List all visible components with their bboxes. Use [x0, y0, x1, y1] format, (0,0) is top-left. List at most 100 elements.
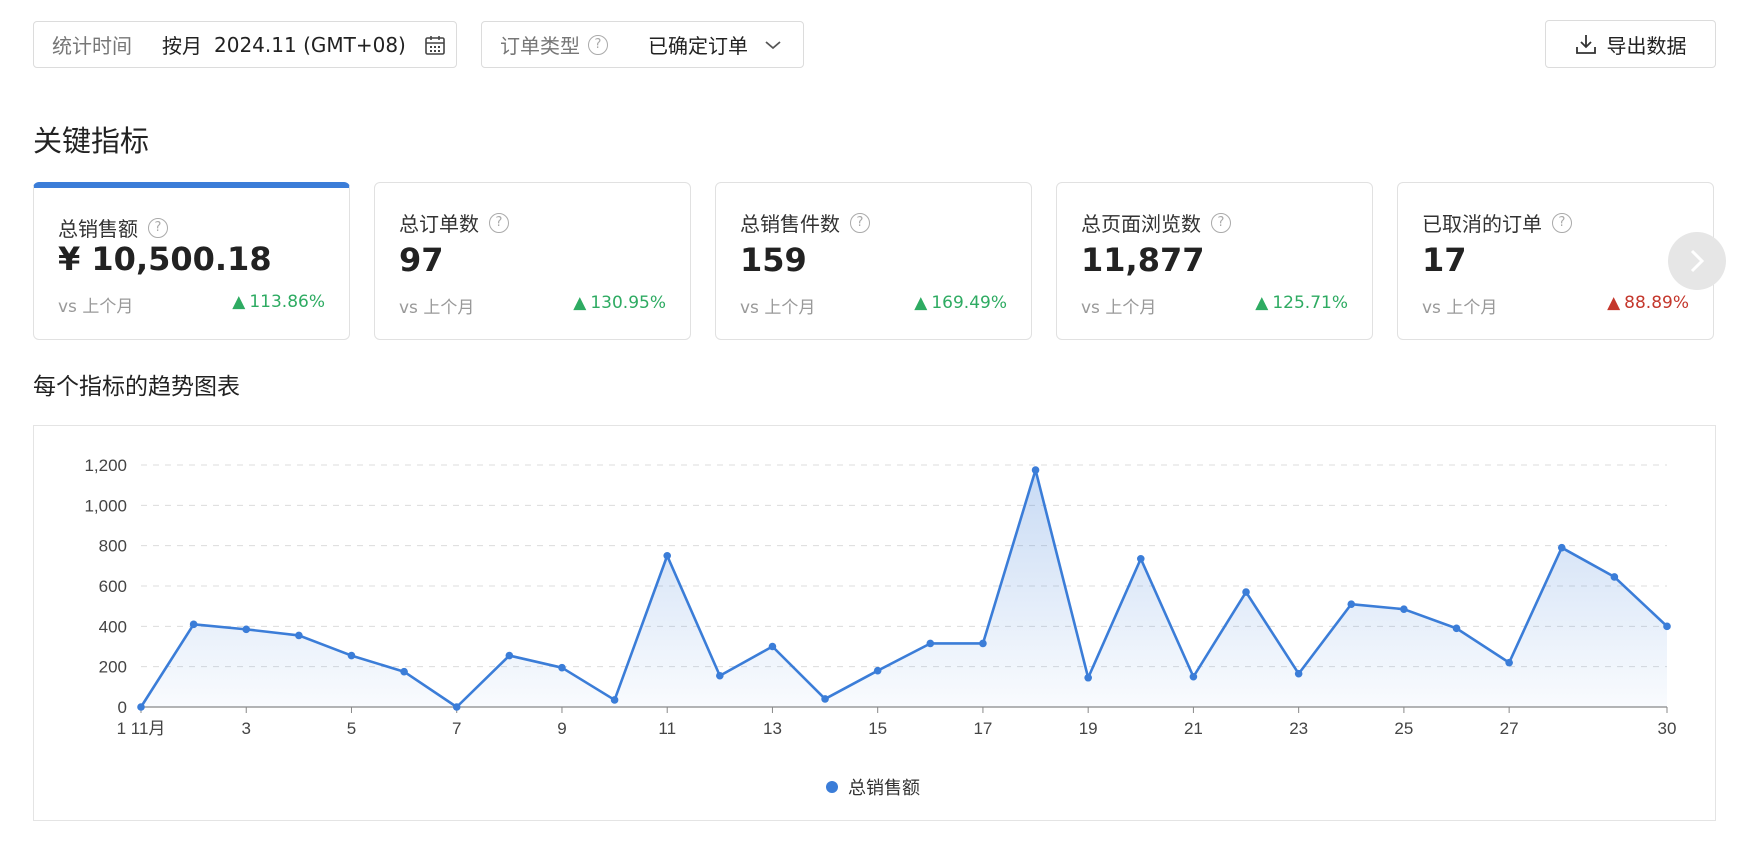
help-icon[interactable]: ? — [1552, 212, 1572, 233]
x-tick-label: 3 — [242, 719, 251, 738]
help-icon[interactable]: ? — [588, 34, 608, 55]
y-tick-label: 1,200 — [84, 456, 127, 475]
data-point — [558, 663, 566, 672]
date-value: 2024.11 (GMT+08) — [214, 32, 406, 57]
metric-card-total-orders[interactable]: 总订单数? 97 vs 上个月 ▲ 130.95% — [374, 182, 691, 340]
metric-card-compare: vs 上个月 — [1081, 298, 1157, 318]
data-point — [979, 639, 987, 648]
x-tick-label: 13 — [763, 719, 782, 738]
arrow-up-icon: ▲ — [573, 293, 587, 313]
help-icon[interactable]: ? — [489, 212, 509, 233]
metric-card-total-sales[interactable]: 总销售额? ¥ 10,500.18 vs 上个月 ▲ 113.86% — [33, 182, 350, 340]
metric-card-value: 97 — [399, 241, 444, 279]
metric-card-compare: vs 上个月 — [1422, 298, 1498, 318]
data-point — [1505, 658, 1513, 667]
x-tick-label: 5 — [347, 719, 356, 738]
date-filter-label: 统计时间 — [52, 34, 132, 58]
x-tick-label: 27 — [1500, 719, 1519, 738]
metric-card-total-items-sold[interactable]: 总销售件数? 159 vs 上个月 ▲ 169.49% — [715, 182, 1032, 340]
download-icon — [1575, 33, 1597, 55]
metric-card-compare: vs 上个月 — [58, 297, 134, 317]
metric-card-title: 总销售件数 — [740, 212, 840, 236]
help-icon[interactable]: ? — [1211, 212, 1231, 233]
x-tick-label: 25 — [1394, 719, 1413, 738]
x-tick-label: 15 — [868, 719, 887, 738]
arrow-up-icon: ▲ — [1255, 293, 1269, 313]
metric-card-compare: vs 上个月 — [399, 298, 475, 318]
metric-card-title: 总页面浏览数 — [1081, 212, 1201, 236]
chart-legend[interactable]: 总销售额 — [826, 774, 920, 800]
section-title: 关键指标 — [33, 124, 150, 158]
data-point — [400, 667, 408, 676]
help-icon[interactable]: ? — [148, 217, 168, 238]
y-tick-label: 1,000 — [84, 496, 127, 515]
data-point — [1242, 588, 1250, 596]
y-tick-label: 800 — [99, 537, 127, 556]
metric-card-value: 11,877 — [1081, 241, 1205, 279]
carousel-next-button[interactable] — [1668, 232, 1726, 290]
trend-chart: 0 200 400 600 800 1,000 1,200 1 11月 3 5 7 9 11 13 15 17… — [33, 425, 1716, 821]
chart-title: 每个指标的趋势图表 — [33, 374, 240, 400]
data-point — [1557, 543, 1566, 552]
x-tick-label: 9 — [557, 719, 566, 738]
metric-card-change: ▲ 130.95% — [573, 293, 666, 313]
order-type-value: 已确定订单 — [648, 34, 748, 58]
y-tick-label: 0 — [118, 698, 127, 717]
data-point — [347, 651, 356, 660]
metric-card-change-value: 88.89% — [1624, 293, 1689, 313]
legend-marker — [826, 781, 838, 793]
data-point — [1347, 600, 1356, 608]
x-tick-label: 11 — [658, 719, 676, 738]
x-tick-label: 21 — [1184, 719, 1203, 738]
x-tick-label: 30 — [1658, 719, 1677, 738]
data-point — [1294, 669, 1303, 678]
chevron-right-icon — [1689, 248, 1705, 274]
data-point — [137, 703, 145, 711]
metric-card-change-value: 130.95% — [590, 293, 666, 313]
y-tick-label: 600 — [99, 577, 127, 596]
y-tick-label: 400 — [99, 617, 127, 636]
data-point — [505, 651, 514, 660]
order-type-label: 订单类型 — [500, 34, 580, 58]
export-data-button[interactable]: 导出数据 — [1545, 20, 1716, 68]
data-point — [821, 695, 829, 703]
calendar-icon[interactable] — [424, 34, 446, 56]
metric-card-compare: vs 上个月 — [740, 298, 816, 318]
metric-card-value: 17 — [1422, 241, 1467, 279]
metric-card-cancelled-orders[interactable]: 已取消的订单? 17 vs 上个月 ▲ 88.89% — [1397, 182, 1714, 340]
order-type-filter[interactable]: 订单类型 ? 已确定订单 — [481, 21, 804, 68]
data-point — [452, 703, 461, 711]
metric-card-change-value: 113.86% — [249, 292, 325, 312]
data-point — [189, 620, 198, 629]
data-point — [1610, 573, 1619, 581]
data-point — [663, 551, 672, 560]
x-tick-label: 19 — [1079, 719, 1098, 738]
x-tick-label: 17 — [973, 719, 992, 738]
data-point — [610, 696, 619, 704]
x-tick-label: 1 11月 — [117, 719, 166, 738]
x-tick-label: 7 — [452, 719, 461, 738]
data-point — [1400, 605, 1408, 613]
arrow-up-icon: ▲ — [1607, 293, 1621, 313]
data-point — [1189, 672, 1198, 681]
date-mode: 按月 — [162, 34, 202, 58]
metric-card-value: 159 — [740, 241, 807, 279]
data-point — [1084, 673, 1092, 682]
data-point — [873, 666, 882, 675]
date-filter[interactable]: 统计时间 按月 2024.11 (GMT+08) — [33, 21, 457, 68]
help-icon[interactable]: ? — [850, 212, 870, 233]
data-point — [1452, 624, 1461, 633]
chevron-down-icon[interactable] — [764, 39, 782, 51]
export-data-label: 导出数据 — [1606, 33, 1687, 58]
trend-chart-svg: 0 200 400 600 800 1,000 1,200 1 11月 3 5 7 9 11 13 15 17… — [84, 456, 1677, 738]
data-point — [716, 671, 724, 680]
metric-card-total-page-views[interactable]: 总页面浏览数? 11,877 vs 上个月 ▲ 125.71% — [1056, 182, 1373, 340]
metric-card-change: ▲ 88.89% — [1607, 293, 1689, 313]
metric-card-title: 总订单数 — [399, 212, 479, 236]
data-point — [1031, 466, 1040, 474]
arrow-up-icon: ▲ — [914, 293, 928, 313]
x-tick-label: 23 — [1289, 719, 1308, 738]
arrow-up-icon: ▲ — [232, 292, 246, 312]
metric-card-title: 已取消的订单 — [1422, 212, 1542, 236]
data-point — [926, 639, 935, 648]
